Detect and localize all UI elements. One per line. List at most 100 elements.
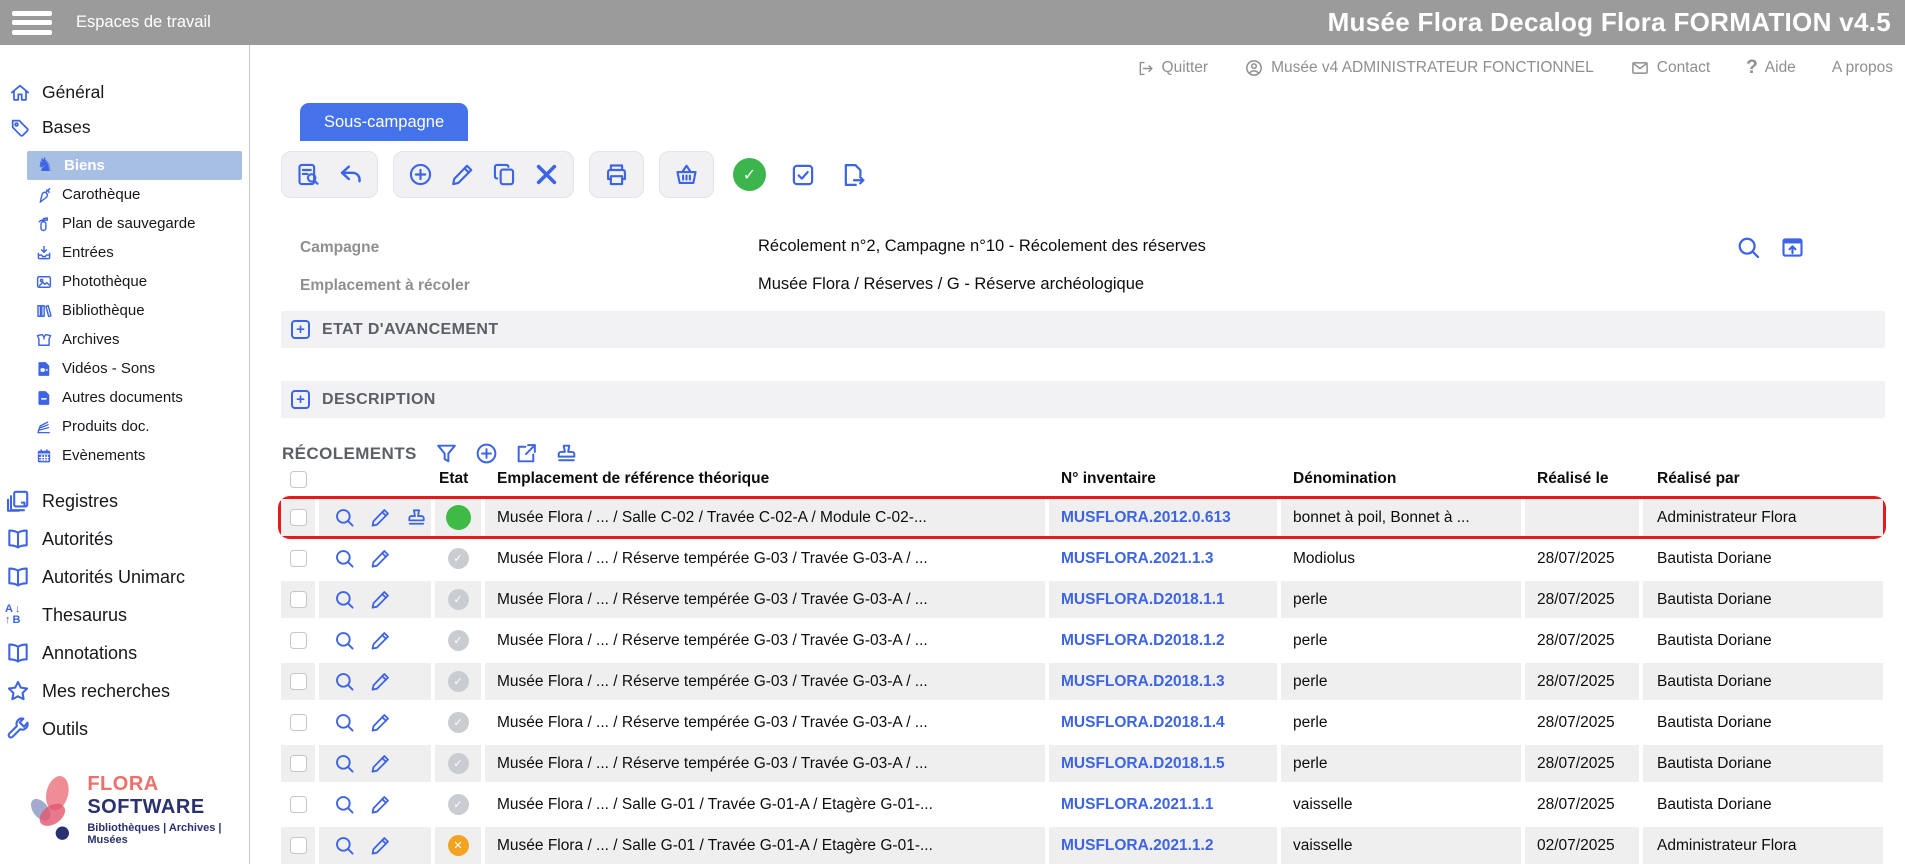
edit-icon[interactable] xyxy=(369,834,392,857)
sidebar-item-mes-recherches[interactable]: Mes recherches xyxy=(0,672,249,710)
table-row[interactable]: ✓ Musée Flora / ... / Réserve tempérée G… xyxy=(281,622,1883,659)
hamburger-menu-icon[interactable] xyxy=(12,11,52,35)
inventory-link[interactable]: MUSFLORA.2021.1.3 xyxy=(1061,550,1213,568)
row-checkbox[interactable] xyxy=(290,837,307,854)
sidebar-item-thesaurus[interactable]: A↓ ↑B Thesaurus xyxy=(0,596,249,634)
sidebar-item-bases[interactable]: Bases xyxy=(0,110,249,145)
table-row[interactable]: ✓ Musée Flora / ... / Réserve tempérée G… xyxy=(281,540,1883,577)
section-description[interactable]: + DESCRIPTION xyxy=(281,381,1885,418)
view-icon[interactable] xyxy=(333,506,356,529)
row-checkbox[interactable] xyxy=(290,550,307,567)
sidebar-item-bibliotheque[interactable]: Bibliothèque xyxy=(0,296,249,325)
table-row[interactable]: ✕ Musée Flora / ... / Salle G-01 / Travé… xyxy=(281,827,1883,864)
inventory-link[interactable]: MUSFLORA.2021.1.2 xyxy=(1061,837,1213,855)
expand-plus-icon[interactable]: + xyxy=(291,320,310,339)
sidebar-item-autres-documents[interactable]: Autres documents xyxy=(0,383,249,412)
sidebar-item-general[interactable]: Général xyxy=(0,75,249,110)
edit-icon[interactable] xyxy=(449,161,476,188)
inventory-link[interactable]: MUSFLORA.2012.0.613 xyxy=(1061,509,1231,527)
sidebar-item-phototheque[interactable]: Photothèque xyxy=(0,267,249,296)
contact-button[interactable]: Contact xyxy=(1630,58,1710,78)
delete-icon[interactable] xyxy=(533,161,560,188)
view-icon[interactable] xyxy=(333,793,356,816)
validate-check-icon[interactable]: ✓ xyxy=(733,158,766,191)
edit-icon[interactable] xyxy=(369,752,392,775)
sidebar-item-plan-de-sauvegarde[interactable]: Plan de sauvegarde xyxy=(0,209,249,238)
basket-icon[interactable] xyxy=(673,161,700,188)
table-row[interactable]: ✓ Musée Flora / ... / Réserve tempérée G… xyxy=(281,663,1883,700)
stamp-icon[interactable] xyxy=(554,441,579,466)
row-checkbox[interactable] xyxy=(290,591,307,608)
select-all-checkbox[interactable] xyxy=(290,471,307,488)
sidebar-item-entrees[interactable]: Entrées xyxy=(0,238,249,267)
row-checkbox[interactable] xyxy=(290,755,307,772)
view-icon[interactable] xyxy=(333,752,356,775)
table-row[interactable]: ✓ Musée Flora / ... / Réserve tempérée G… xyxy=(281,745,1883,782)
sidebar-item-annotations[interactable]: Annotations xyxy=(0,634,249,672)
view-icon[interactable] xyxy=(333,711,356,734)
sidebar-item-carotheque[interactable]: Carothèque xyxy=(0,180,249,209)
sidebar-item-videos-sons[interactable]: Vidéos - Sons xyxy=(0,354,249,383)
view-icon[interactable] xyxy=(333,834,356,857)
help-button[interactable]: ? Aide xyxy=(1746,57,1796,79)
edit-icon[interactable] xyxy=(369,793,392,816)
open-window-icon[interactable] xyxy=(1779,234,1806,261)
edit-icon[interactable] xyxy=(369,670,392,693)
edit-icon[interactable] xyxy=(369,547,392,570)
edit-icon[interactable] xyxy=(369,506,392,529)
filter-funnel-icon[interactable] xyxy=(434,441,459,466)
current-user[interactable]: Musée v4 ADMINISTRATEUR FONCTIONNEL xyxy=(1244,58,1594,78)
search-icon[interactable] xyxy=(1735,234,1762,261)
toolbar-group-export xyxy=(836,152,872,198)
printer-icon[interactable] xyxy=(603,161,630,188)
undo-icon[interactable] xyxy=(337,161,364,188)
inventory-link[interactable]: MUSFLORA.D2018.1.5 xyxy=(1061,755,1225,773)
table-row[interactable]: ✓ Musée Flora / ... / Réserve tempérée G… xyxy=(281,704,1883,741)
checkbox-check-icon[interactable] xyxy=(789,161,817,189)
copy-icon[interactable] xyxy=(491,161,518,188)
sidebar-item-archives[interactable]: Archives xyxy=(0,325,249,354)
sidebar-item-evenements[interactable]: Evènements xyxy=(0,441,249,470)
sidebar-item-autorites-unimarc[interactable]: Autorités Unimarc xyxy=(0,558,249,596)
view-icon[interactable] xyxy=(333,547,356,570)
expand-plus-icon[interactable]: + xyxy=(291,390,310,409)
table-row[interactable]: ✓ Musée Flora / ... / Réserve tempérée G… xyxy=(281,581,1883,618)
workspaces-label[interactable]: Espaces de travail xyxy=(76,13,211,32)
sidebar-item-registres[interactable]: Registres xyxy=(0,482,249,520)
export-icon[interactable] xyxy=(840,161,868,189)
row-checkbox[interactable] xyxy=(290,632,307,649)
row-checkbox[interactable] xyxy=(290,714,307,731)
section-etat-avancement[interactable]: + ETAT D'AVANCEMENT xyxy=(281,311,1885,348)
row-checkbox[interactable] xyxy=(290,673,307,690)
sidebar-item-autorites[interactable]: Autorités xyxy=(0,520,249,558)
inventory-link[interactable]: MUSFLORA.D2018.1.2 xyxy=(1061,632,1225,650)
add-icon[interactable] xyxy=(474,441,499,466)
table-row[interactable]: ✓ Musée Flora / ... / Salle G-01 / Travé… xyxy=(281,786,1883,823)
inventory-link[interactable]: MUSFLORA.D2018.1.4 xyxy=(1061,714,1225,732)
sidebar-item-outils[interactable]: Outils xyxy=(0,710,249,748)
denomination-cell: Modiolus xyxy=(1281,540,1521,577)
edit-icon[interactable] xyxy=(369,629,392,652)
inventory-link[interactable]: MUSFLORA.D2018.1.3 xyxy=(1061,673,1225,691)
view-icon[interactable] xyxy=(333,670,356,693)
external-link-icon[interactable] xyxy=(514,441,539,466)
sidebar-item-produits-doc[interactable]: Produits doc. xyxy=(0,412,249,441)
inventory-link[interactable]: MUSFLORA.D2018.1.1 xyxy=(1061,591,1225,609)
edit-icon[interactable] xyxy=(369,588,392,611)
list-search-icon[interactable] xyxy=(295,161,322,188)
add-icon[interactable] xyxy=(407,161,434,188)
table-row[interactable]: Musée Flora / ... / Salle C-02 / Travée … xyxy=(281,499,1883,536)
view-icon[interactable] xyxy=(333,588,356,611)
inventory-link[interactable]: MUSFLORA.2021.1.1 xyxy=(1061,796,1213,814)
row-checkbox[interactable] xyxy=(290,796,307,813)
row-checkbox[interactable] xyxy=(290,509,307,526)
about-button[interactable]: A propos xyxy=(1832,59,1893,77)
tab-sous-campagne[interactable]: Sous-campagne xyxy=(300,103,468,141)
realise-par-cell: Bautista Doriane xyxy=(1643,663,1883,700)
quit-button[interactable]: Quitter xyxy=(1136,59,1209,78)
stamp-icon[interactable] xyxy=(405,506,428,529)
sidebar-item-biens[interactable]: ♞ Biens xyxy=(27,151,242,180)
view-icon[interactable] xyxy=(333,629,356,652)
exit-icon xyxy=(1136,59,1155,78)
edit-icon[interactable] xyxy=(369,711,392,734)
